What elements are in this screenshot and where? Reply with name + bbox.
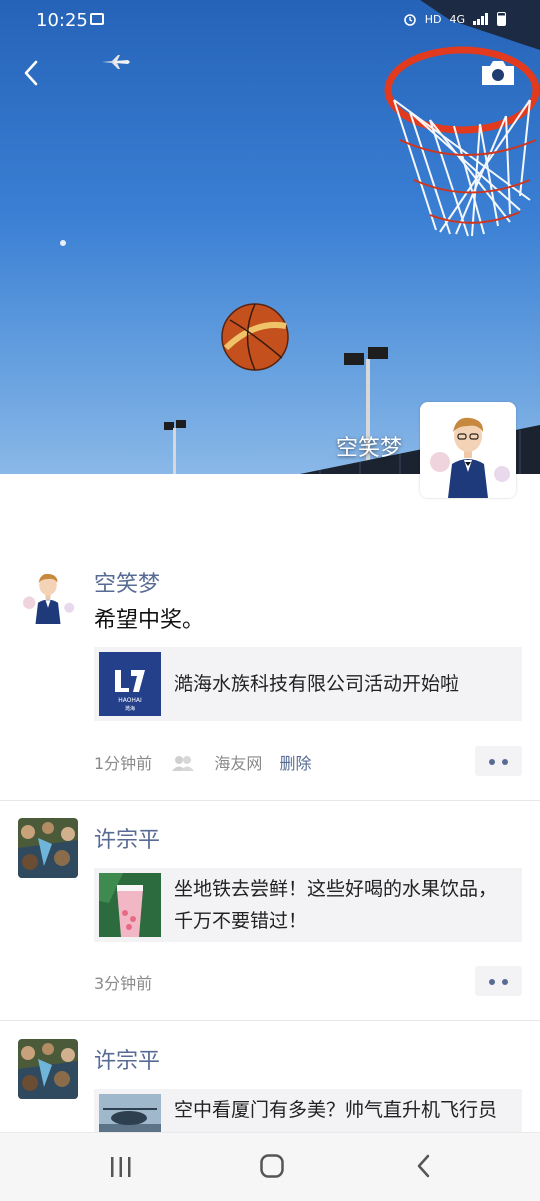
- link-title: 坐地铁去尝鲜！这些好喝的水果饮品，: [174, 878, 498, 900]
- alarm-icon: [403, 14, 416, 26]
- profile-avatar[interactable]: [420, 402, 516, 498]
- status-icons: HD 4G: [403, 12, 506, 26]
- post-divider: [0, 800, 540, 801]
- logo-sub-text: 澔海: [125, 705, 135, 712]
- post-text: 希望中奖。: [94, 608, 205, 633]
- stadium-light: [164, 420, 186, 474]
- link-card[interactable]: 坐地铁去尝鲜！这些好喝的水果饮品， 千万不要错过！: [94, 868, 522, 942]
- avatar-photo: [18, 1039, 78, 1099]
- link-card[interactable]: HAOHAI 澔海 澔海水族科技有限公司活动开始啦: [94, 647, 522, 721]
- signal-icon: [473, 13, 489, 25]
- post-meta: 1分钟前 海友网 删除: [94, 750, 312, 774]
- home-icon[interactable]: [259, 1153, 285, 1179]
- haohai-logo: HAOHAI 澔海: [99, 652, 161, 716]
- link-title: 澔海水族科技有限公司活动开始啦: [174, 673, 460, 695]
- post-time: 3分钟前: [94, 974, 153, 993]
- friends-icon: [172, 756, 195, 771]
- post-nickname[interactable]: 许宗平: [94, 1043, 160, 1075]
- more-dots-icon[interactable]: [475, 966, 522, 996]
- post-source[interactable]: 海友网: [214, 754, 262, 773]
- link-title: 空中看厦门有多美？帅气直升机飞行员: [174, 1099, 498, 1121]
- avatar-photo: [18, 818, 78, 878]
- status-time: 10:25: [36, 10, 88, 31]
- post-nickname[interactable]: 空笑梦: [94, 566, 160, 598]
- avatar-illustration: [420, 402, 516, 498]
- avatar[interactable]: [18, 818, 78, 878]
- link-title-line2: 千万不要错过！: [174, 910, 308, 932]
- basketball: [221, 303, 289, 371]
- logo-brand-text: HAOHAI: [118, 697, 142, 704]
- fruit-drink-image: [99, 873, 161, 937]
- network-indicator: 4G: [449, 12, 465, 26]
- avatar[interactable]: [18, 1039, 78, 1099]
- more-dots-icon[interactable]: [475, 746, 522, 776]
- post-nickname[interactable]: 许宗平: [94, 822, 160, 854]
- delete-link[interactable]: 删除: [279, 754, 311, 773]
- link-thumbnail: HAOHAI 澔海: [99, 652, 161, 716]
- post-time: 1分钟前: [94, 754, 153, 773]
- avatar[interactable]: [18, 564, 78, 624]
- post-divider: [0, 1020, 540, 1021]
- camera-icon[interactable]: [480, 58, 516, 88]
- nav-back-icon[interactable]: [413, 1153, 435, 1179]
- cover-user-name: 空笑梦: [335, 436, 402, 461]
- moon: [60, 240, 66, 246]
- hd-indicator: HD: [424, 12, 442, 26]
- avatar-illustration: [18, 564, 78, 624]
- status-bar: 10:25 HD 4G: [0, 0, 540, 44]
- gallery-notification-icon: [90, 13, 104, 25]
- recent-apps-icon[interactable]: [108, 1155, 134, 1179]
- airplane-icon: [102, 55, 130, 69]
- link-thumbnail: [99, 873, 161, 937]
- battery-icon: [497, 12, 506, 26]
- back-arrow-icon[interactable]: [18, 56, 46, 90]
- system-nav-bar: [0, 1132, 540, 1201]
